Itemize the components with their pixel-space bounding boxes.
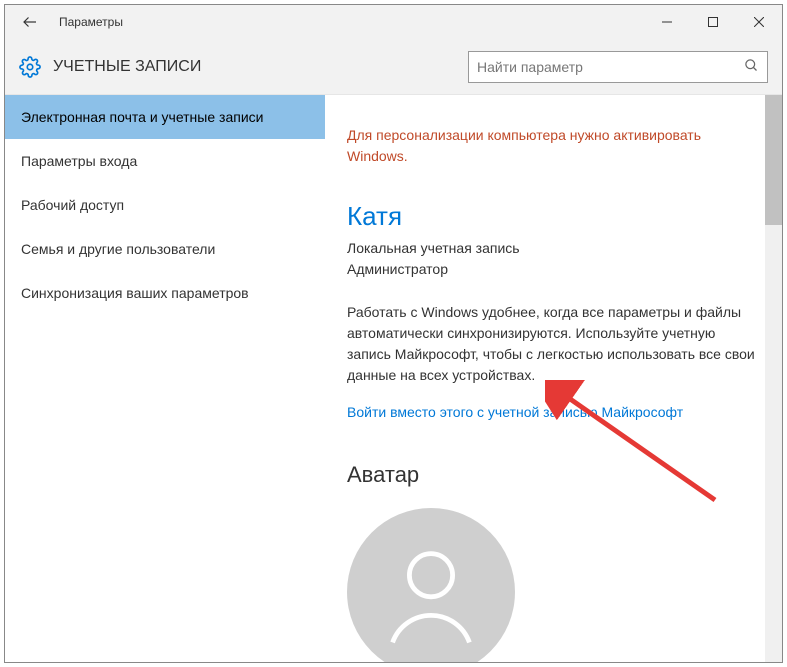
signin-microsoft-link[interactable]: Войти вместо этого с учетной записью Май…: [347, 404, 760, 420]
user-account-type: Локальная учетная запись: [347, 238, 760, 259]
maximize-button[interactable]: [690, 5, 736, 39]
activation-warning: Для персонализации компьютера нужно акти…: [347, 125, 760, 167]
sidebar-item-label: Электронная почта и учетные записи: [21, 109, 263, 125]
window-controls: [644, 5, 782, 39]
page-title: УЧЕТНЫЕ ЗАПИСИ: [53, 58, 201, 76]
search-input[interactable]: [477, 59, 744, 75]
sidebar-item-family-users[interactable]: Семья и другие пользователи: [5, 227, 325, 271]
window-title: Параметры: [59, 15, 123, 29]
scrollbar-thumb[interactable]: [765, 95, 782, 225]
search-icon: [744, 58, 759, 76]
minimize-button[interactable]: [644, 5, 690, 39]
settings-window: Параметры УЧЕТНЫЕ ЗАПИСИ: [4, 4, 783, 663]
avatar-placeholder: [347, 508, 515, 662]
body: Электронная почта и учетные записи Парам…: [5, 95, 782, 662]
sidebar-item-label: Семья и другие пользователи: [21, 241, 215, 257]
close-button[interactable]: [736, 5, 782, 39]
person-icon: [371, 532, 491, 652]
search-box[interactable]: [468, 51, 768, 83]
sidebar-item-label: Синхронизация ваших параметров: [21, 285, 249, 301]
account-info-paragraph: Работать с Windows удобнее, когда все па…: [347, 302, 760, 386]
header-bar: УЧЕТНЫЕ ЗАПИСИ: [5, 39, 782, 95]
sidebar: Электронная почта и учетные записи Парам…: [5, 95, 325, 662]
sidebar-item-email-accounts[interactable]: Электронная почта и учетные записи: [5, 95, 325, 139]
avatar-heading: Аватар: [347, 462, 760, 488]
sidebar-item-label: Рабочий доступ: [21, 197, 124, 213]
user-role: Администратор: [347, 259, 760, 280]
sidebar-item-sync-settings[interactable]: Синхронизация ваших параметров: [5, 271, 325, 315]
gear-icon: [19, 56, 41, 78]
back-button[interactable]: [13, 5, 47, 39]
content-pane: Для персонализации компьютера нужно акти…: [325, 95, 782, 662]
sidebar-item-label: Параметры входа: [21, 153, 137, 169]
titlebar: Параметры: [5, 5, 782, 39]
sidebar-item-work-access[interactable]: Рабочий доступ: [5, 183, 325, 227]
sidebar-item-signin-options[interactable]: Параметры входа: [5, 139, 325, 183]
user-display-name: Катя: [347, 201, 760, 232]
